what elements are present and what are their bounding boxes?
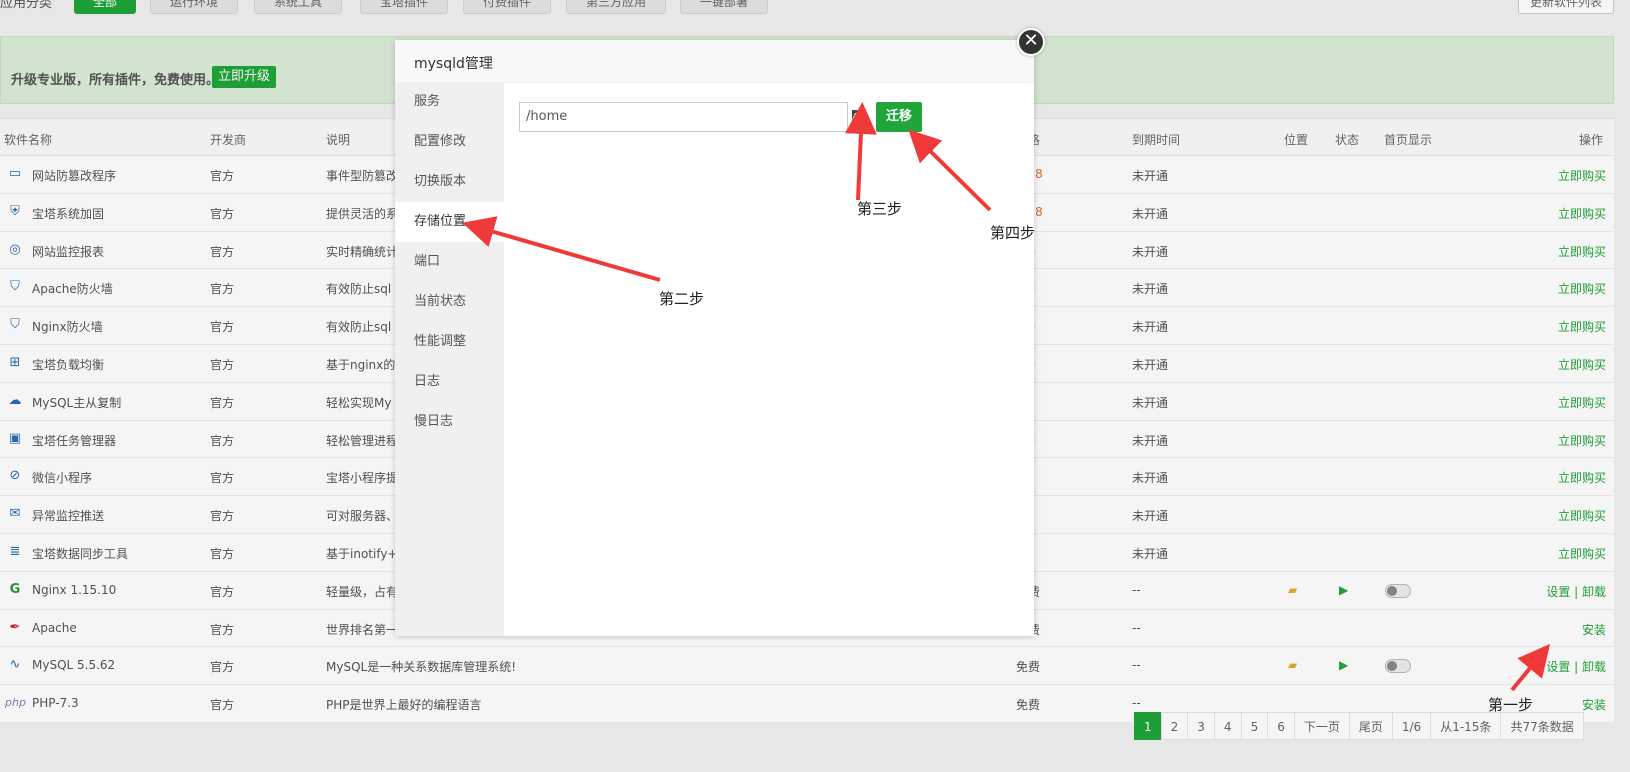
- menu-slow-log[interactable]: 慢日志: [395, 402, 504, 442]
- menu-performance[interactable]: 性能调整: [395, 322, 504, 362]
- dialog-header: mysqld管理: [395, 40, 1034, 83]
- dialog-title: mysqld管理: [414, 56, 493, 72]
- annotation-step2: 第二步: [659, 290, 705, 308]
- annotation-step1: 第一步: [1488, 696, 1534, 714]
- menu-log[interactable]: 日志: [395, 362, 504, 402]
- migrate-button[interactable]: 迁移: [876, 102, 922, 132]
- menu-storage-location[interactable]: 存储位置: [395, 202, 504, 242]
- menu-config[interactable]: 配置修改: [395, 122, 504, 162]
- menu-port[interactable]: 端口: [395, 242, 504, 282]
- annotation-step3: 第三步: [857, 200, 903, 218]
- dialog-sidebar: 服务 配置修改 切换版本 存储位置 端口 当前状态 性能调整 日志 慢日志: [395, 82, 504, 636]
- mysqld-manager-dialog: mysqld管理 服务 配置修改 切换版本 存储位置 端口 当前状态 性能调整 …: [395, 40, 1034, 636]
- storage-path-input[interactable]: /home: [519, 102, 848, 132]
- folder-open-icon[interactable]: [852, 108, 872, 126]
- menu-switch-version[interactable]: 切换版本: [395, 162, 504, 202]
- menu-current-status[interactable]: 当前状态: [395, 282, 504, 322]
- close-icon[interactable]: ✕: [1017, 28, 1045, 56]
- annotation-step4: 第四步: [990, 224, 1036, 242]
- menu-service[interactable]: 服务: [395, 82, 504, 122]
